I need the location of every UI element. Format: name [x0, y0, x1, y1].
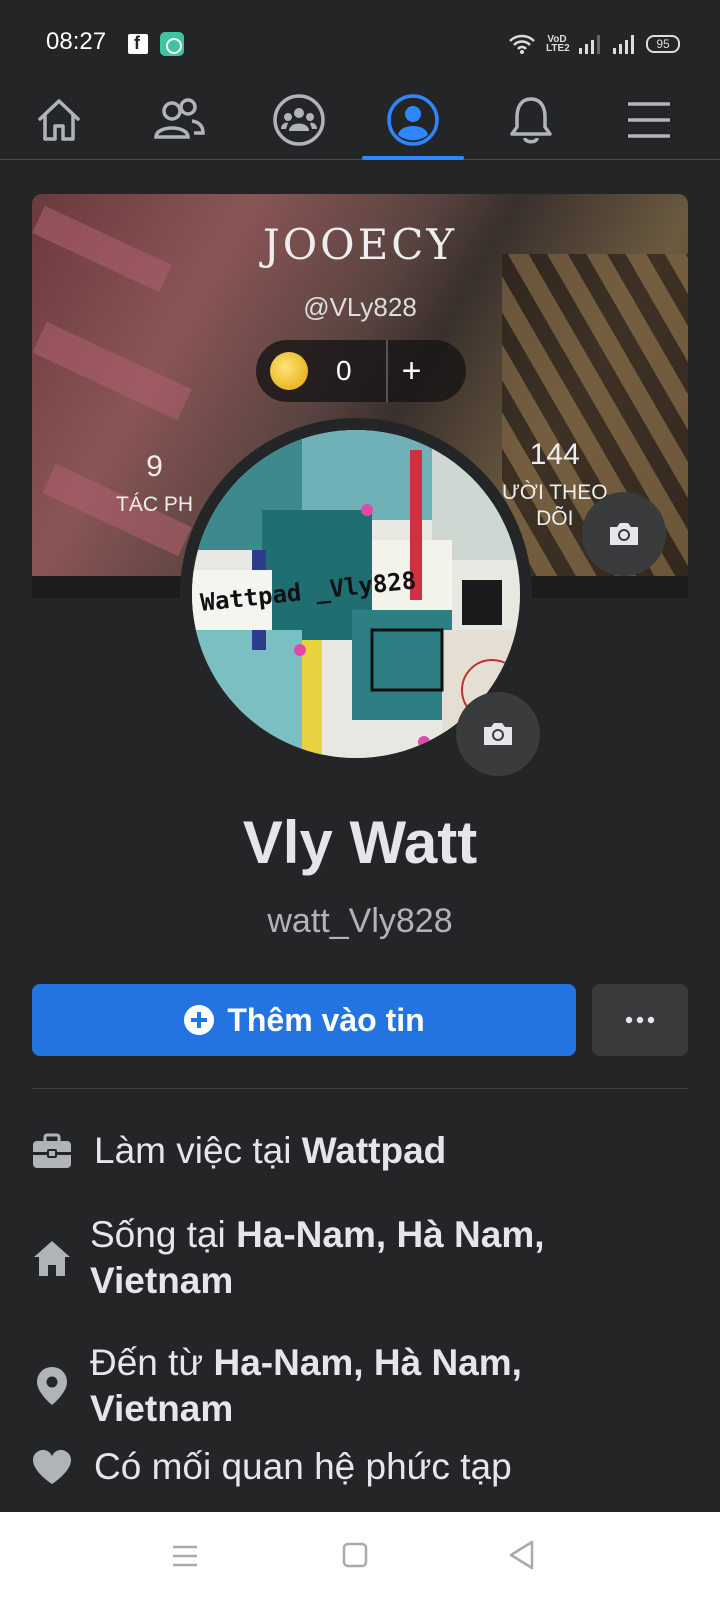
- tab-groups[interactable]: [244, 80, 354, 160]
- bell-icon: [510, 97, 552, 144]
- coin-balance[interactable]: 0 +: [256, 340, 466, 402]
- groups-icon: [273, 94, 325, 146]
- plus-circle-icon: [184, 1005, 215, 1035]
- info-lives-in: Sống tại Ha-Nam, Hà Nam, Vietnam: [32, 1212, 688, 1304]
- works-label: TÁC PH: [116, 493, 194, 516]
- info-from: Đến từ Ha-Nam, Hà Nam, Vietnam: [32, 1340, 688, 1432]
- coin-count: 0: [336, 355, 352, 386]
- tab-menu[interactable]: [594, 80, 704, 160]
- heart-icon: [32, 1447, 72, 1487]
- home-icon: [38, 99, 80, 141]
- recent-apps-icon[interactable]: [172, 1544, 198, 1568]
- status-time: 08:27: [46, 28, 107, 55]
- status-indicators: VoD LTE2 95: [508, 30, 680, 58]
- info-relationship-text: Có mối quan hệ phức tạp: [94, 1446, 512, 1487]
- info-from-text: Đến từ Ha-Nam, Hà Nam, Vietnam: [90, 1342, 522, 1429]
- tab-home[interactable]: [4, 80, 114, 160]
- section-divider: [32, 1088, 688, 1089]
- facebook-notification-icon: [128, 33, 148, 54]
- profile-name: Vly Watt: [242, 809, 478, 876]
- app-notification-icon: [160, 32, 184, 56]
- info-work: Làm việc tại Wattpad: [32, 1128, 688, 1174]
- works-count: 9: [146, 450, 163, 483]
- more-dots-icon: [625, 1016, 655, 1024]
- add-coin-button[interactable]: +: [402, 352, 422, 391]
- system-navigation-bar: [0, 1512, 720, 1600]
- home-icon: [32, 1238, 72, 1278]
- profile-username: watt_Vly828: [267, 902, 453, 940]
- more-options-button[interactable]: [592, 984, 688, 1056]
- battery-icon: 95: [646, 35, 680, 53]
- status-bar: 08:27 VoDLTE2 95: [0, 0, 720, 80]
- home-button-icon[interactable]: [342, 1542, 368, 1568]
- add-to-story-label: Thêm vào tin: [227, 1001, 425, 1038]
- edit-cover-photo-button[interactable]: [582, 492, 666, 576]
- back-icon[interactable]: [508, 1540, 536, 1570]
- add-to-story-button[interactable]: Thêm vào tin: [32, 984, 576, 1056]
- friends-icon: [154, 98, 205, 139]
- works-stat: 9 TÁC PH: [116, 450, 193, 518]
- wifi-icon: [509, 34, 535, 54]
- info-relationship: Có mối quan hệ phức tạp: [32, 1444, 688, 1490]
- tab-notifications[interactable]: [476, 80, 586, 160]
- hamburger-menu-icon: [628, 102, 670, 138]
- top-navigation: [0, 80, 720, 160]
- camera-icon: [610, 523, 638, 545]
- briefcase-icon: [32, 1131, 72, 1171]
- coin-icon: [270, 352, 308, 390]
- signal-strength-icon: [579, 35, 600, 54]
- cover-display-name: JOOECY: [262, 220, 458, 269]
- camera-icon: [484, 723, 512, 745]
- coin-divider: [385, 340, 388, 402]
- edit-profile-picture-button[interactable]: [456, 692, 540, 776]
- signal-strength-icon: [613, 35, 634, 54]
- info-lives-in-text: Sống tại Ha-Nam, Hà Nam, Vietnam: [90, 1214, 545, 1301]
- info-work-text: Làm việc tại Wattpad: [94, 1130, 447, 1171]
- followers-count: 144: [529, 438, 580, 471]
- volte-badge: VoD LTE2: [546, 34, 570, 54]
- tab-profile[interactable]: [358, 80, 468, 160]
- cover-handle: @VLy828: [303, 292, 417, 322]
- tab-friends[interactable]: [124, 80, 234, 160]
- location-pin-icon: [32, 1366, 72, 1406]
- profile-icon: [387, 94, 439, 146]
